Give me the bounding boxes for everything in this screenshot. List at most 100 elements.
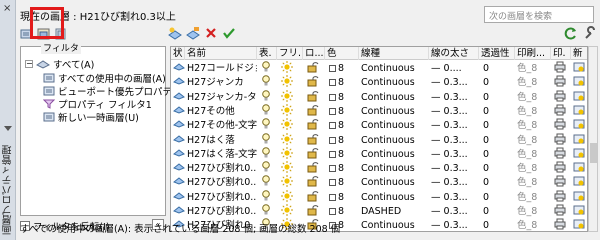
delete-layer-icon[interactable] xyxy=(204,26,218,40)
layer-color[interactable]: 8 xyxy=(329,90,357,105)
tree-item-viewport-overrides[interactable]: ビューポート優先プロパティを xyxy=(43,84,190,98)
grid-vertical-scrollbar[interactable] xyxy=(588,46,598,232)
unlock-icon[interactable] xyxy=(307,133,321,148)
settings-icon[interactable] xyxy=(583,26,597,40)
layer-color[interactable]: 8 xyxy=(329,204,357,219)
unlock-icon[interactable] xyxy=(307,175,321,190)
layer-color[interactable]: 8 xyxy=(329,190,357,205)
column-header-color[interactable]: 色 xyxy=(325,47,359,60)
layer-name[interactable]: H27はく落 xyxy=(187,133,257,148)
printer-icon[interactable] xyxy=(554,190,570,205)
new-vp-freeze-icon[interactable] xyxy=(573,118,587,133)
unlock-icon[interactable] xyxy=(307,104,321,119)
tree-item-property-filter[interactable]: プロパティ フィルタ1 xyxy=(43,97,152,111)
layer-status-icon[interactable] xyxy=(173,175,185,190)
layer-lineweight[interactable]: — 0.3... xyxy=(431,190,479,205)
lightbulb-icon[interactable] xyxy=(261,204,275,219)
layer-status-icon[interactable] xyxy=(173,190,185,205)
printer-icon[interactable] xyxy=(554,75,570,90)
sun-icon[interactable] xyxy=(281,132,297,148)
new-vp-freeze-icon[interactable] xyxy=(573,104,587,119)
layer-transparency[interactable]: 0 xyxy=(483,104,513,119)
layer-name[interactable]: H27ジャンカ-ター xyxy=(187,90,257,105)
layer-row[interactable]: H27ひび割れ0.... 8 DASHED — 0.3... 0 色_8 xyxy=(171,204,587,219)
layer-color[interactable]: 8 xyxy=(329,147,357,162)
printer-icon[interactable] xyxy=(554,147,570,162)
new-vp-frozen-layer-icon[interactable] xyxy=(186,26,200,40)
layer-linetype[interactable]: Continuous xyxy=(361,61,429,76)
layer-name[interactable]: H27その他-文字 xyxy=(187,118,257,133)
column-header-freeze[interactable]: フリ... xyxy=(277,47,303,60)
layer-lineweight[interactable]: — 0.3... xyxy=(431,218,479,231)
printer-icon[interactable] xyxy=(554,118,570,133)
new-vp-freeze-icon[interactable] xyxy=(573,204,587,219)
new-vp-freeze-icon[interactable] xyxy=(573,75,587,90)
lightbulb-icon[interactable] xyxy=(261,118,275,133)
layer-name[interactable]: H27その他 xyxy=(187,104,257,119)
sun-icon[interactable] xyxy=(281,204,297,219)
tree-item-new-reconciled[interactable]: 新しい一時画層(U) xyxy=(43,110,139,124)
layer-lineweight[interactable]: — 0.3... xyxy=(431,90,479,105)
column-header-plot[interactable]: 印. xyxy=(551,47,571,60)
unlock-icon[interactable] xyxy=(307,190,321,205)
column-header-name[interactable]: 名前 xyxy=(185,47,257,60)
layer-linetype[interactable]: Continuous xyxy=(361,218,429,231)
lightbulb-icon[interactable] xyxy=(261,75,275,90)
layer-lineweight[interactable]: — 0.3... xyxy=(431,204,479,219)
layer-linetype[interactable]: Continuous xyxy=(361,161,429,176)
unlock-icon[interactable] xyxy=(307,90,321,105)
new-vp-freeze-icon[interactable] xyxy=(573,161,587,176)
layer-name[interactable]: H27ひび割れ0.... xyxy=(187,175,257,190)
layer-row[interactable]: H27ひび割れ0.... 8 Continuous — 0.3... 0 色_8 xyxy=(171,189,587,205)
lightbulb-icon[interactable] xyxy=(261,89,275,105)
layer-lineweight[interactable]: — 0.3... xyxy=(431,161,479,176)
layer-status-icon[interactable] xyxy=(173,90,185,105)
new-vp-freeze-icon[interactable] xyxy=(573,175,587,190)
layer-status-icon[interactable] xyxy=(173,147,185,162)
layer-status-icon[interactable] xyxy=(173,133,185,148)
layer-color[interactable]: 8 xyxy=(329,104,357,119)
tree-item-used-layers[interactable]: すべての使用中の画層(A) xyxy=(43,71,166,85)
layer-linetype[interactable]: Continuous xyxy=(361,175,429,190)
layer-transparency[interactable]: 0 xyxy=(483,118,513,133)
refresh-icon[interactable] xyxy=(564,26,578,40)
layer-transparency[interactable]: 0 xyxy=(483,75,513,90)
layer-transparency[interactable]: 0 xyxy=(483,190,513,205)
layer-lineweight[interactable]: — 0.3... xyxy=(431,175,479,190)
unlock-icon[interactable] xyxy=(307,204,321,219)
layer-lineweight[interactable]: — 0.3... xyxy=(431,133,479,148)
layer-transparency[interactable]: 0 xyxy=(483,147,513,162)
layer-lineweight[interactable]: — 0.... xyxy=(431,61,479,76)
unlock-icon[interactable] xyxy=(307,161,321,176)
layer-linetype[interactable]: Continuous xyxy=(361,190,429,205)
collapse-toggle-icon[interactable]: − xyxy=(25,60,33,68)
layer-color[interactable]: 8 xyxy=(329,75,357,90)
lightbulb-icon[interactable] xyxy=(261,104,275,119)
printer-icon[interactable] xyxy=(554,90,570,105)
layer-linetype[interactable]: Continuous xyxy=(361,118,429,133)
unlock-icon[interactable] xyxy=(307,75,321,90)
layer-transparency[interactable]: 0 xyxy=(483,161,513,176)
printer-icon[interactable] xyxy=(554,218,570,231)
layer-transparency[interactable]: 0 xyxy=(483,61,513,76)
layer-linetype[interactable]: DASHED xyxy=(361,204,429,219)
tree-item-all[interactable]: − すべて(A) xyxy=(25,57,94,71)
layer-row[interactable]: H27はく落 8 Continuous — 0.3... 0 色_8 xyxy=(171,132,587,148)
layer-row[interactable]: H27ジャンカ 8 Continuous — 0.3... 0 色_8 xyxy=(171,75,587,90)
lightbulb-icon[interactable] xyxy=(261,132,275,148)
layer-color[interactable]: 8 xyxy=(329,118,357,133)
layer-linetype[interactable]: Continuous xyxy=(361,133,429,148)
column-header-on[interactable]: 表. xyxy=(257,47,277,60)
sun-icon[interactable] xyxy=(281,175,297,190)
layer-status-icon[interactable] xyxy=(173,118,185,133)
sun-icon[interactable] xyxy=(281,189,297,205)
new-vp-freeze-icon[interactable] xyxy=(573,190,587,205)
layer-row[interactable]: H27その他 8 Continuous — 0.3... 0 色_8 xyxy=(171,103,587,119)
sun-icon[interactable] xyxy=(281,75,297,90)
layer-transparency[interactable]: 0 xyxy=(483,175,513,190)
printer-icon[interactable] xyxy=(554,161,570,176)
layer-row[interactable]: H27その他-文字 8 Continuous — 0.3... 0 色_8 xyxy=(171,118,587,133)
unlock-icon[interactable] xyxy=(307,118,321,133)
layer-linetype[interactable]: Continuous xyxy=(361,147,429,162)
layer-name[interactable]: H27ひび割れ0.... xyxy=(187,161,257,176)
